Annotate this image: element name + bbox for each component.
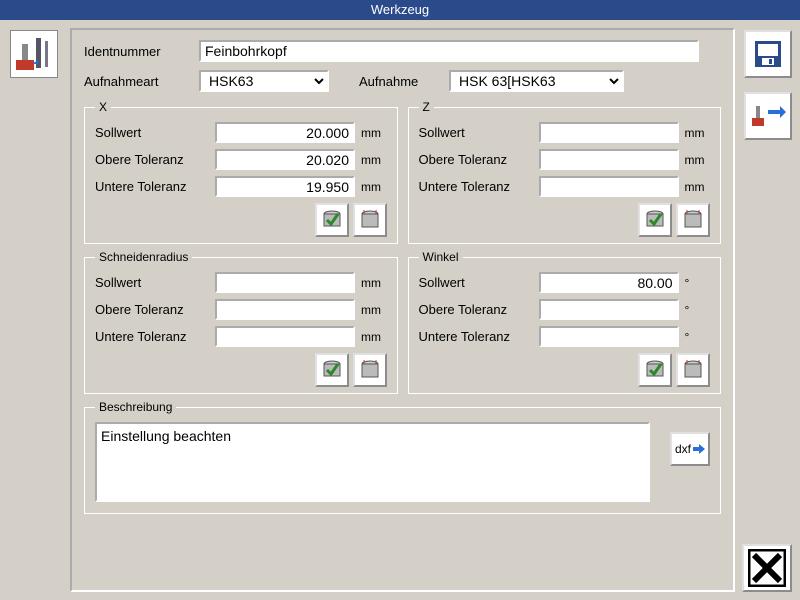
radius-sollwert-input[interactable]	[215, 272, 355, 293]
x-obere-label: Obere Toleranz	[95, 152, 215, 167]
z-cylinder-button[interactable]	[676, 203, 710, 237]
x-apply-button[interactable]	[315, 203, 349, 237]
z-obere-input[interactable]	[539, 149, 679, 170]
window-titlebar: Werkzeug	[0, 0, 800, 20]
group-x: X Sollwertmm Obere Toleranzmm Untere Tol…	[84, 100, 398, 244]
group-radius: Schneidenradius Sollwertmm Obere Toleran…	[84, 250, 398, 394]
z-untere-input[interactable]	[539, 176, 679, 197]
winkel-sollwert-input[interactable]	[539, 272, 679, 293]
aufnahmeart-label: Aufnahmeart	[84, 74, 199, 89]
cylinder-icon	[681, 208, 705, 232]
tool-image-icon	[10, 30, 58, 78]
cylinder-icon	[358, 208, 382, 232]
group-x-legend: X	[95, 100, 111, 114]
x-untere-label: Untere Toleranz	[95, 179, 215, 194]
group-z: Z Sollwertmm Obere Toleranzmm Untere Tol…	[408, 100, 722, 244]
dxf-button[interactable]: dxf	[670, 432, 710, 466]
winkel-untere-input[interactable]	[539, 326, 679, 347]
aufnahmeart-select[interactable]: HSK63	[199, 70, 329, 92]
radius-untere-input[interactable]	[215, 326, 355, 347]
radius-cylinder-button[interactable]	[353, 353, 387, 387]
cylinder-check-icon	[643, 358, 667, 382]
radius-obere-input[interactable]	[215, 299, 355, 320]
cylinder-check-icon	[643, 208, 667, 232]
tool-arrow-icon	[750, 100, 786, 132]
tool-form-panel: Identnummer Aufnahmeart HSK63 Aufnahme H…	[70, 28, 735, 592]
z-sollwert-input[interactable]	[539, 122, 679, 143]
ident-input[interactable]	[199, 40, 699, 62]
x-sollwert-input[interactable]	[215, 122, 355, 143]
radius-apply-button[interactable]	[315, 353, 349, 387]
cylinder-check-icon	[320, 358, 344, 382]
tool-transfer-button[interactable]	[744, 92, 792, 140]
x-unit: mm	[355, 126, 385, 140]
group-winkel-legend: Winkel	[419, 250, 463, 264]
winkel-obere-input[interactable]	[539, 299, 679, 320]
dxf-label: dxf	[675, 442, 691, 456]
group-radius-legend: Schneidenradius	[95, 250, 192, 264]
save-button[interactable]	[744, 30, 792, 78]
group-description: Beschreibung dxf	[84, 400, 721, 514]
aufnahme-label: Aufnahme	[359, 74, 449, 89]
x-cylinder-button[interactable]	[353, 203, 387, 237]
close-button[interactable]	[742, 544, 792, 592]
aufnahme-select[interactable]: HSK 63[HSK63	[449, 70, 624, 92]
cylinder-icon	[358, 358, 382, 382]
x-obere-input[interactable]	[215, 149, 355, 170]
z-apply-button[interactable]	[638, 203, 672, 237]
close-x-icon	[748, 549, 786, 587]
group-z-legend: Z	[419, 100, 434, 114]
winkel-cylinder-button[interactable]	[676, 353, 710, 387]
cylinder-check-icon	[320, 208, 344, 232]
winkel-apply-button[interactable]	[638, 353, 672, 387]
x-untere-input[interactable]	[215, 176, 355, 197]
description-legend: Beschreibung	[95, 400, 176, 414]
description-textarea[interactable]	[95, 422, 650, 502]
x-sollwert-label: Sollwert	[95, 125, 215, 140]
ident-label: Identnummer	[84, 44, 199, 59]
cylinder-icon	[681, 358, 705, 382]
floppy-disk-icon	[752, 38, 784, 70]
group-winkel: Winkel Sollwert° Obere Toleranz° Untere …	[408, 250, 722, 394]
arrow-right-icon	[693, 444, 705, 454]
